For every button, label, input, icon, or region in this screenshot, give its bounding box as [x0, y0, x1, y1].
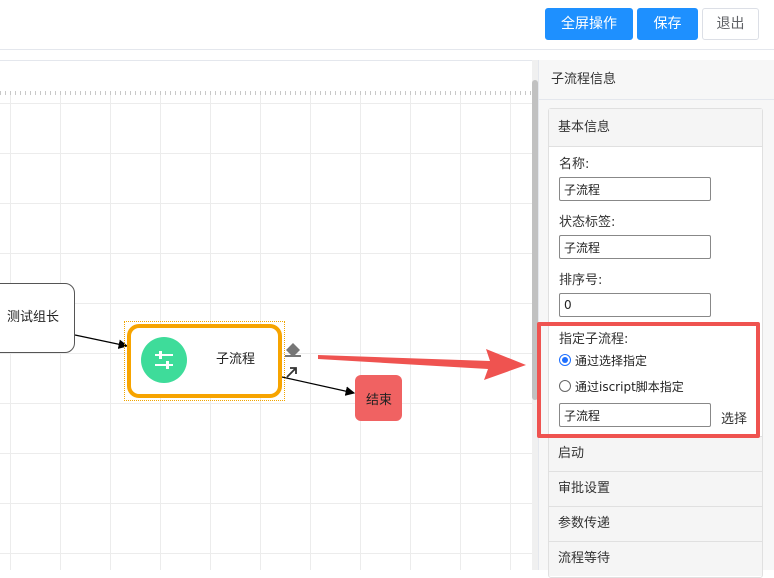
select-button[interactable]: 选择 — [721, 408, 747, 427]
subprocess-field[interactable] — [559, 403, 711, 427]
save-button[interactable]: 保存 — [637, 8, 698, 40]
section-parameter-passing[interactable]: 参数传递 — [549, 506, 762, 541]
panel-title: 子流程信息 — [539, 60, 774, 100]
task-node-label: 测试组长 — [7, 310, 60, 325]
radio-checked-icon[interactable] — [559, 354, 571, 366]
fullscreen-button[interactable]: 全屏操作 — [545, 8, 633, 40]
connector-task-to-subprocess[interactable] — [74, 334, 129, 349]
order-label: 排序号: — [559, 273, 603, 288]
properties-panel: 子流程信息 基本信息 名称: 状态标签: 排序号: 指定子流程: 通过选择指定 … — [538, 60, 774, 578]
annotation-arrow — [318, 349, 526, 380]
radio-select-label: 通过选择指定 — [575, 354, 648, 368]
exit-button[interactable]: 退出 — [702, 8, 759, 40]
task-node[interactable]: 测试组长 — [0, 283, 75, 353]
eraser-icon[interactable] — [283, 340, 303, 358]
end-node-label: 结束 — [366, 393, 393, 408]
section-approval-settings[interactable]: 审批设置 — [549, 471, 762, 506]
subprocess-icon — [141, 337, 187, 383]
section-start[interactable]: 启动 — [549, 436, 762, 471]
name-field[interactable] — [559, 177, 711, 201]
radio-script-label: 通过iscript脚本指定 — [575, 380, 684, 394]
radio-unchecked-icon[interactable] — [559, 380, 571, 392]
connectors — [74, 334, 356, 396]
name-label: 名称: — [559, 157, 590, 172]
assign-subprocess-label: 指定子流程: — [559, 332, 629, 347]
connect-arrow-icon[interactable] — [284, 364, 300, 380]
status-field[interactable] — [559, 235, 711, 259]
section-basic-info[interactable]: 基本信息 — [549, 109, 762, 147]
panel-body: 基本信息 名称: 状态标签: 排序号: 指定子流程: 通过选择指定 通过iscr… — [548, 108, 763, 578]
subprocess-node-label: 子流程 — [216, 352, 256, 367]
status-label: 状态标签: — [559, 215, 616, 230]
order-field[interactable] — [559, 293, 711, 317]
section-process-wait[interactable]: 流程等待 — [549, 541, 762, 576]
